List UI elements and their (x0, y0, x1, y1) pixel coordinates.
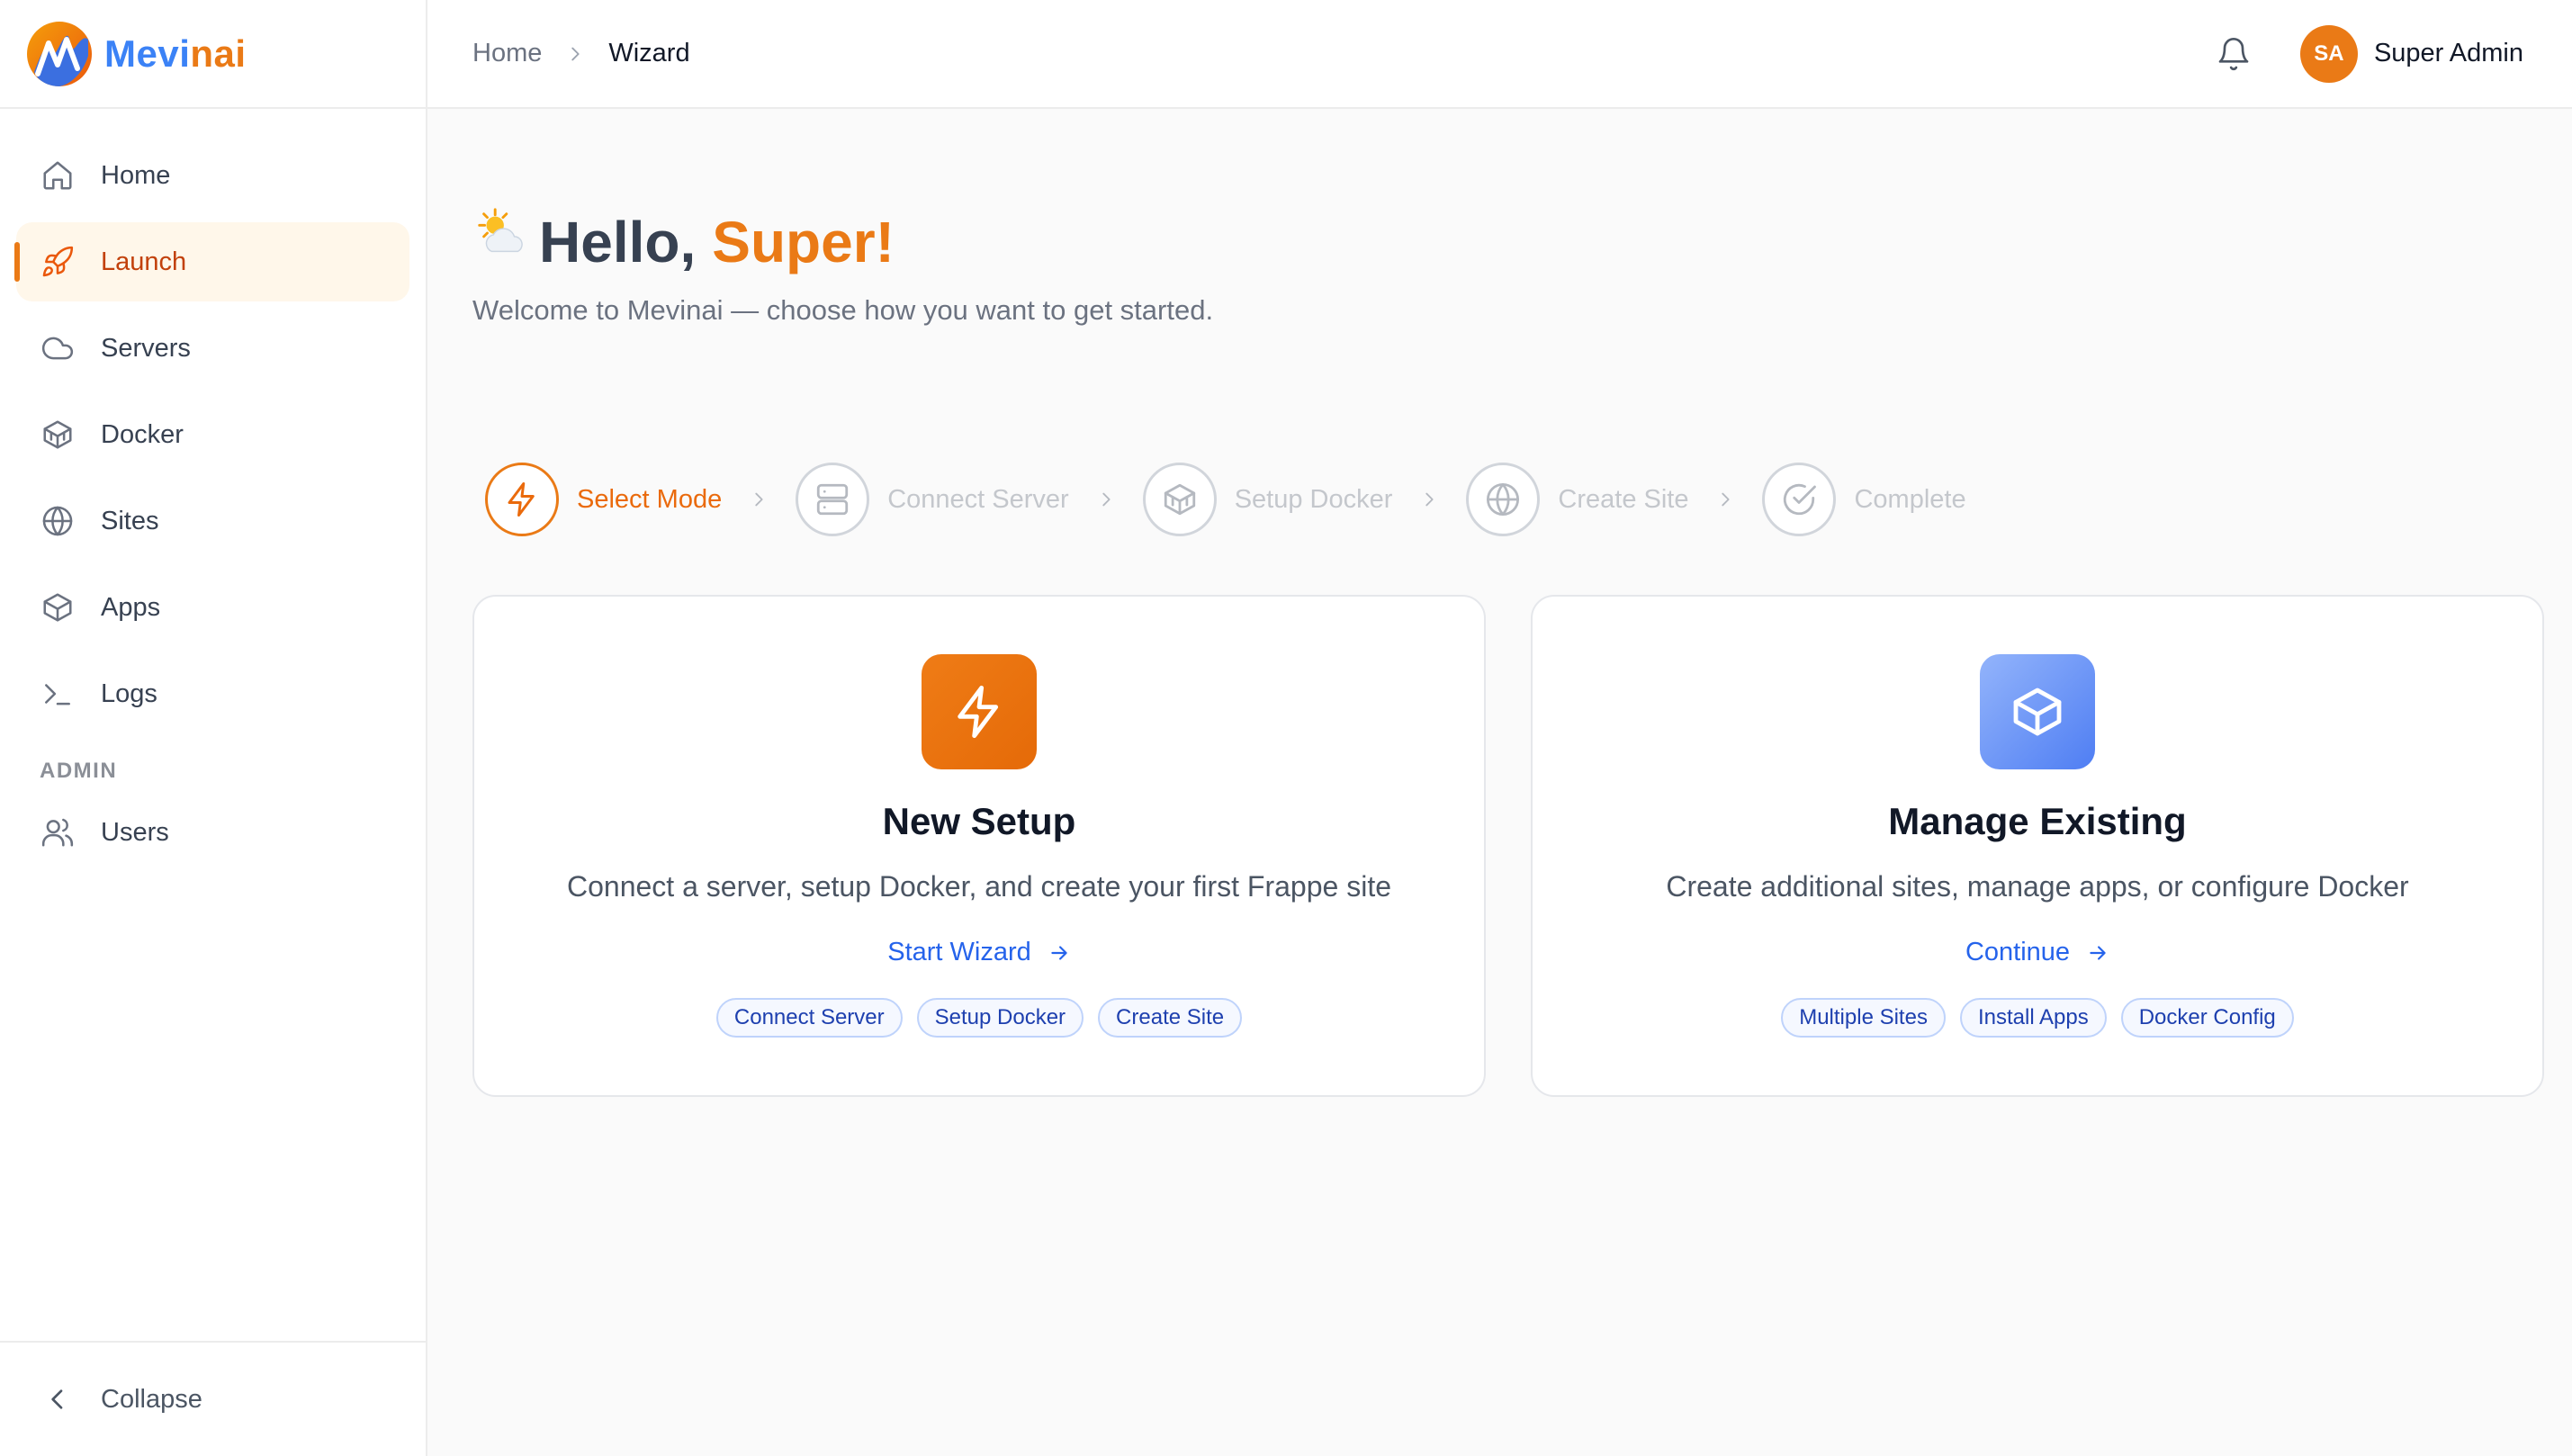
collapse-sidebar-button[interactable]: Collapse (0, 1341, 426, 1456)
chevron-right-icon (1419, 490, 1439, 509)
breadcrumb: Home Wizard (472, 39, 690, 68)
page-subtitle: Welcome to Mevinai — choose how you want… (472, 294, 1214, 326)
chevron-right-icon (1096, 490, 1116, 509)
sidebar-item-docker[interactable]: Docker (16, 395, 409, 474)
arrow-right-icon (2086, 941, 2109, 965)
cloud-icon (40, 330, 76, 366)
breadcrumb-home-link[interactable]: Home (472, 39, 542, 68)
step-create-site[interactable]: Create Site (1466, 463, 1688, 536)
chip: Setup Docker (916, 998, 1084, 1038)
avatar: SA (2299, 24, 2358, 83)
chip: Create Site (1098, 998, 1243, 1038)
chip: Connect Server (715, 998, 903, 1038)
globe-icon (1466, 463, 1541, 536)
step-complete[interactable]: Complete (1762, 463, 1966, 536)
home-icon (40, 157, 76, 193)
sidebar-item-logs[interactable]: Logs (16, 654, 409, 733)
admin-section-heading: ADMIN (40, 759, 118, 783)
sidebar-item-users[interactable]: Users (16, 793, 409, 872)
link-label: Start Wizard (887, 938, 1031, 966)
chip: Install Apps (1959, 998, 2107, 1038)
new-setup-card[interactable]: New Setup Connect a server, setup Docker… (472, 595, 1486, 1097)
chip: Docker Config (2120, 998, 2294, 1038)
user-menu[interactable]: SA Super Admin (2299, 24, 2523, 83)
step-label: Complete (1854, 484, 1966, 514)
continue-link[interactable]: Continue (1965, 938, 2109, 967)
check-circle-icon (1762, 463, 1837, 536)
docker-box-icon (1142, 463, 1217, 536)
user-name: Super Admin (2373, 39, 2523, 67)
globe-icon (40, 503, 76, 539)
sidebar-item-label: Home (101, 160, 171, 190)
card-description: Connect a server, setup Docker, and crea… (567, 870, 1391, 903)
manage-existing-card[interactable]: Manage Existing Create additional sites,… (1531, 595, 2544, 1097)
sidebar-item-label: Servers (101, 333, 191, 363)
main-content: Hello, Super! Welcome to Mevinai — choos… (427, 109, 2572, 1456)
rocket-icon (40, 244, 76, 280)
sidebar-item-apps[interactable]: Apps (16, 568, 409, 647)
top-bar: Home Wizard SA Super Admin (427, 0, 2572, 109)
feature-chips: Multiple Sites Install Apps Docker Confi… (1781, 998, 2294, 1038)
sidebar-item-launch[interactable]: Launch (14, 222, 409, 301)
chevron-right-icon (565, 44, 585, 64)
step-connect-server[interactable]: Connect Server (796, 463, 1069, 536)
chevron-right-icon (1715, 490, 1735, 509)
lightning-icon (485, 463, 559, 536)
sidebar: Mevinai Home Launch Servers Docker Sites… (0, 0, 427, 1456)
step-label: Select Mode (577, 484, 723, 514)
start-wizard-link[interactable]: Start Wizard (887, 938, 1071, 967)
server-icon (796, 463, 870, 536)
step-setup-docker[interactable]: Setup Docker (1142, 463, 1393, 536)
feature-chips: Connect Server Setup Docker Create Site (715, 998, 1243, 1038)
sidebar-item-label: Users (101, 817, 169, 847)
step-label: Connect Server (887, 484, 1069, 514)
chevron-right-icon (749, 490, 769, 509)
wizard-stepper: Select Mode Connect Server Setup Docker (485, 463, 1966, 536)
step-label: Create Site (1558, 484, 1689, 514)
sidebar-nav: Home Launch Servers Docker Sites Apps Lo… (0, 109, 426, 872)
brand-name: Mevinai (104, 31, 247, 75)
sidebar-item-servers[interactable]: Servers (16, 309, 409, 388)
sidebar-item-label: Logs (101, 679, 157, 708)
breadcrumb-current: Wizard (608, 39, 690, 67)
chip: Multiple Sites (1781, 998, 1946, 1038)
cube-icon (1980, 654, 2095, 769)
docker-box-icon (40, 417, 76, 453)
sidebar-item-home[interactable]: Home (16, 136, 409, 215)
sidebar-item-label: Sites (101, 506, 159, 535)
link-label: Continue (1965, 938, 2071, 966)
greeting-name: Super! (712, 210, 895, 274)
lightning-icon (922, 654, 1037, 769)
greeting-heading: Hello, Super! (472, 206, 895, 275)
chevron-left-icon (40, 1381, 76, 1417)
sidebar-item-label: Apps (101, 592, 161, 622)
brand-logo-icon (27, 21, 92, 86)
sidebar-item-label: Docker (101, 419, 184, 449)
package-icon (40, 589, 76, 625)
sidebar-item-label: Launch (101, 247, 187, 276)
users-icon (40, 814, 76, 850)
collapse-label: Collapse (101, 1384, 202, 1414)
brand[interactable]: Mevinai (0, 0, 426, 109)
card-description: Create additional sites, manage apps, or… (1666, 870, 2409, 903)
terminal-icon (40, 676, 76, 712)
greeting-prefix: Hello, (539, 210, 697, 274)
notifications-bell-icon[interactable] (2214, 34, 2253, 74)
card-title: New Setup (882, 800, 1076, 842)
header-actions: SA Super Admin (2214, 24, 2572, 83)
sidebar-item-sites[interactable]: Sites (16, 481, 409, 561)
card-title: Manage Existing (1888, 800, 2187, 842)
sun-behind-cloud-icon (472, 206, 528, 274)
step-select-mode[interactable]: Select Mode (485, 463, 722, 536)
arrow-right-icon (1048, 941, 1071, 965)
step-label: Setup Docker (1234, 484, 1393, 514)
